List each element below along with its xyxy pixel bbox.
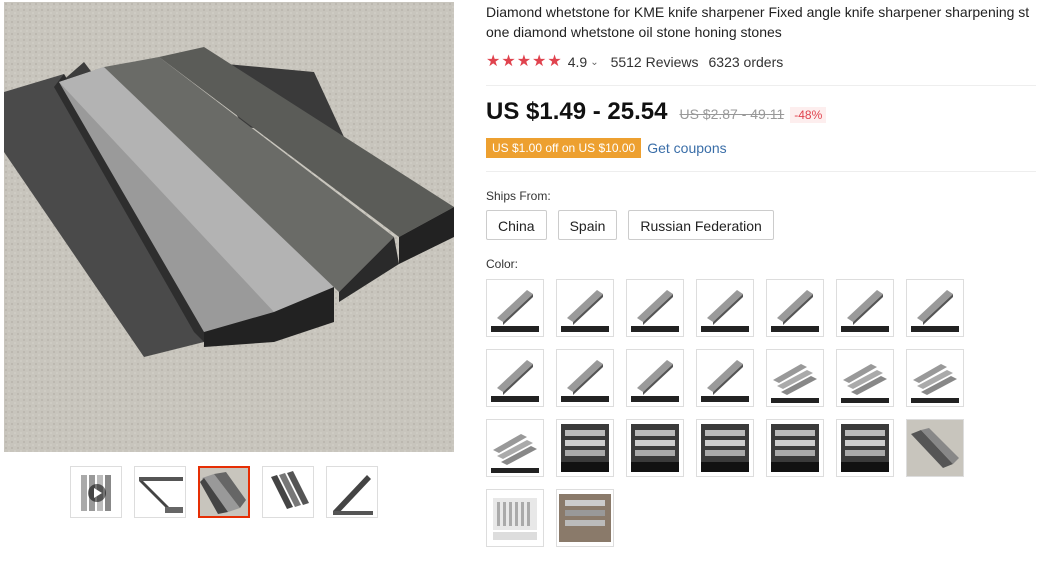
thumbnail-strip [70, 466, 378, 518]
product-info: Diamond whetstone for KME knife sharpene… [486, 0, 1038, 547]
coupon-badge: US $1.00 off on US $10.00 [486, 138, 642, 158]
three-stones-diagonal-icon [837, 350, 893, 406]
coupon-row: US $1.00 off on US $10.00 Get coupons [486, 138, 1038, 158]
ship-option-russian-federation[interactable]: Russian Federation [628, 210, 774, 240]
star-icon: ★ [516, 53, 532, 70]
main-product-image[interactable] [4, 2, 454, 452]
stones-chart-icon [487, 490, 543, 546]
single-stone-diagonal-icon [557, 280, 613, 336]
price-row: US $1.49 - 25.54 US $2.87 - 49.11 -48% [486, 98, 1038, 126]
rating-value[interactable]: 4.9 [568, 54, 587, 70]
color-option[interactable] [556, 279, 614, 337]
three-stones-thumb-icon [263, 467, 313, 517]
get-coupons-link[interactable]: Get coupons [647, 140, 726, 156]
single-stone-diagonal-icon [767, 280, 823, 336]
ships-from-label: Ships From: [486, 189, 551, 203]
product-title: Diamond whetstone for KME knife sharpene… [486, 4, 1030, 40]
price: US $1.49 - 25.54 [486, 98, 668, 125]
single-stone-diagonal-icon [627, 280, 683, 336]
color-option[interactable] [906, 419, 964, 477]
thumbnail-stones[interactable] [198, 466, 250, 518]
whetstone-photo [4, 2, 454, 452]
single-stone-diagonal-icon [837, 280, 893, 336]
color-option[interactable] [486, 279, 544, 337]
color-option[interactable] [836, 419, 894, 477]
stone-set-boxed-icon [627, 420, 683, 476]
single-stone-diagonal-icon [557, 350, 613, 406]
color-option[interactable] [766, 419, 824, 477]
video-thumb-icon [71, 467, 121, 517]
thumbnail-sharpener[interactable] [134, 466, 186, 518]
color-option[interactable] [626, 419, 684, 477]
rating-row: ★ ★ ★ ★ ★ 4.9 ⌄ 5512 Reviews 6323 orders [486, 52, 1038, 72]
color-option[interactable] [486, 349, 544, 407]
stone-set-boxed-icon [697, 420, 753, 476]
star-icon: ★ [501, 53, 516, 70]
star-icon: ★ [547, 53, 562, 70]
rating-stars[interactable]: ★ ★ ★ ★ ★ [486, 54, 562, 70]
color-option[interactable] [486, 419, 544, 477]
thumbnail-three-stones[interactable] [262, 466, 314, 518]
single-stone-diagonal-icon [487, 280, 543, 336]
color-option[interactable] [626, 349, 684, 407]
color-option[interactable] [696, 349, 754, 407]
single-stone-diagonal-icon [487, 350, 543, 406]
color-option[interactable] [766, 349, 824, 407]
stones-photo-icon [557, 490, 613, 546]
divider [486, 171, 1036, 172]
orders-count: 6323 orders [708, 54, 784, 70]
sharpener-thumb-icon [135, 467, 185, 517]
ship-option-china[interactable]: China [486, 210, 547, 240]
single-stone-diagonal-icon [697, 350, 753, 406]
star-icon: ★ [532, 53, 547, 70]
three-stones-diagonal-icon [907, 350, 963, 406]
stone-set-boxed-icon [767, 420, 823, 476]
color-option[interactable] [836, 279, 894, 337]
stones-thumb-icon [200, 468, 248, 516]
product-gallery [0, 0, 462, 563]
three-stones-diagonal-icon [767, 350, 823, 406]
color-option[interactable] [696, 279, 754, 337]
stone-set-boxed-icon [837, 420, 893, 476]
single-stone-diagonal-icon [627, 350, 683, 406]
color-option[interactable] [626, 279, 684, 337]
star-icon: ★ [486, 53, 501, 70]
original-price: US $2.87 - 49.11 [679, 106, 785, 122]
color-option[interactable] [696, 419, 754, 477]
three-stones-diagonal-icon [487, 420, 543, 476]
frame-thumb-icon [327, 467, 377, 517]
single-stone-diagonal-icon [697, 280, 753, 336]
reviews-link[interactable]: 5512 Reviews [611, 54, 699, 70]
color-option[interactable] [556, 419, 614, 477]
divider [486, 85, 1036, 86]
ship-option-spain[interactable]: Spain [557, 210, 618, 240]
ships-from-options: China Spain Russian Federation [486, 210, 1038, 240]
color-label: Color: [486, 257, 519, 271]
stone-set-boxed-icon [557, 420, 613, 476]
color-option[interactable] [836, 349, 894, 407]
discount-badge: -48% [790, 107, 827, 123]
thumbnail-frame[interactable] [326, 466, 378, 518]
color-option[interactable] [766, 279, 824, 337]
single-stone-diagonal-icon [907, 280, 963, 336]
color-option[interactable] [486, 489, 544, 547]
color-option[interactable] [906, 349, 964, 407]
color-options [486, 279, 1038, 547]
color-option[interactable] [556, 489, 614, 547]
color-option[interactable] [906, 279, 964, 337]
thumbnail-video[interactable] [70, 466, 122, 518]
chevron-down-icon[interactable]: ⌄ [590, 57, 598, 68]
color-option[interactable] [556, 349, 614, 407]
stones-on-fabric-icon [907, 420, 963, 476]
